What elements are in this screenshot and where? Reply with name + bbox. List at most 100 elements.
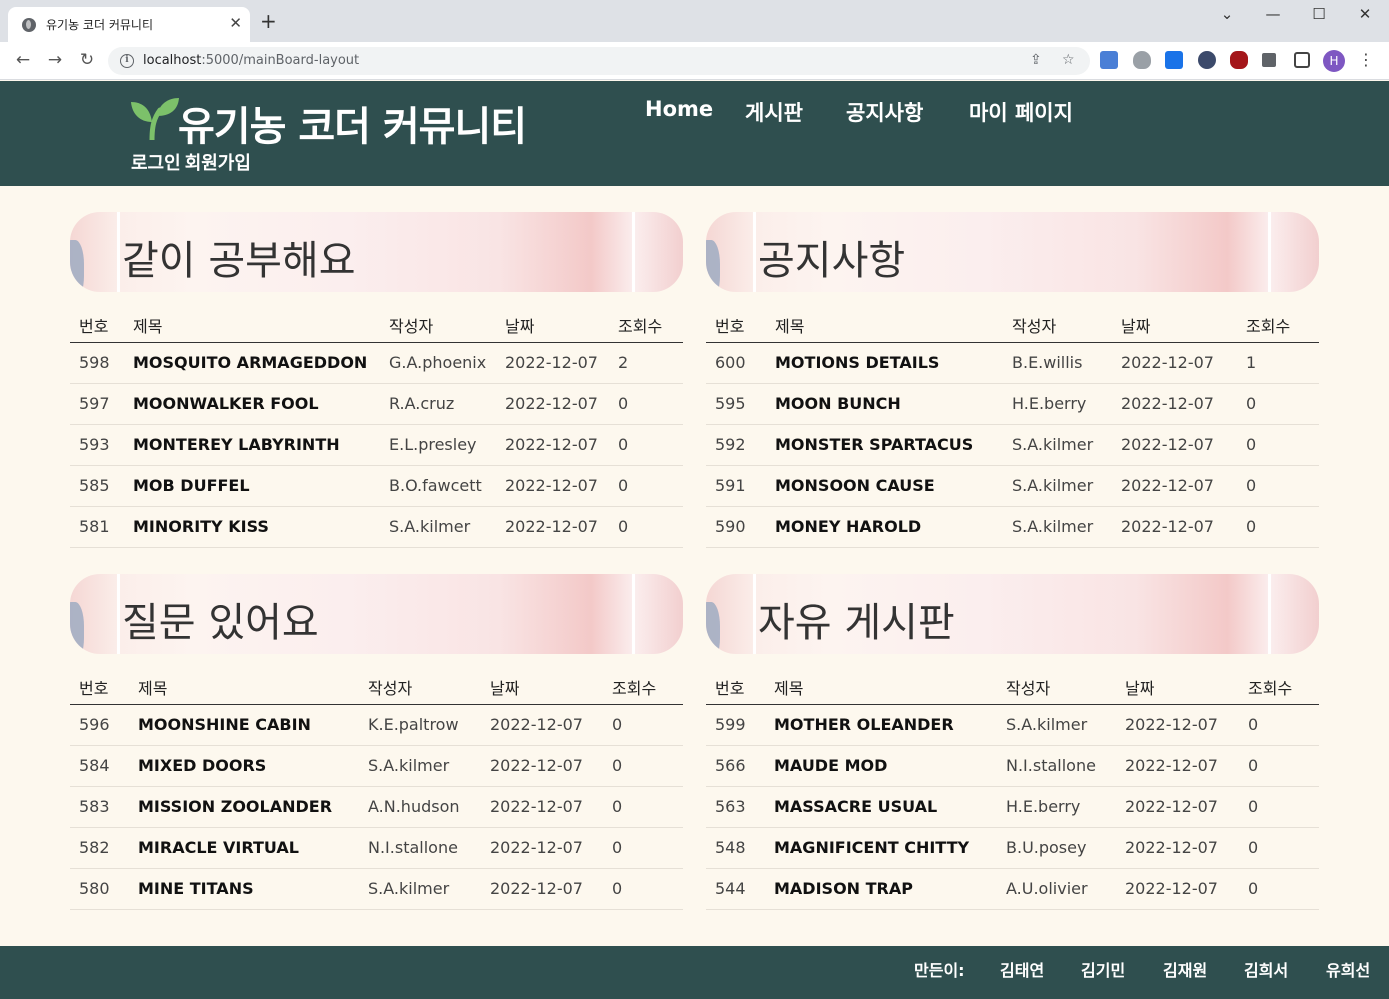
post-date: 2022-12-07	[481, 827, 603, 869]
post-title[interactable]: MADISON TRAP	[765, 868, 997, 910]
cursor-extension-icon[interactable]	[1198, 51, 1216, 69]
nav-notice[interactable]: 공지사항	[846, 97, 923, 127]
post-number: 597	[70, 383, 124, 425]
table-row[interactable]: 563 MASSACRE USUAL H.E.berry 2022-12-07 0	[706, 786, 1319, 828]
logo-text: 유기농 코더 커뮤니티	[178, 104, 527, 150]
post-views: 1	[1237, 342, 1319, 384]
table-row[interactable]: 583 MISSION ZOOLANDER A.N.hudson 2022-12-07…	[70, 786, 683, 828]
board-title[interactable]: 같이 공부해요	[122, 228, 356, 286]
post-title[interactable]: MAUDE MOD	[765, 745, 997, 787]
post-number: 591	[706, 465, 766, 507]
board-title[interactable]: 공지사항	[758, 228, 905, 286]
table-row[interactable]: 590 MONEY HAROLD S.A.kilmer 2022-12-07 0	[706, 506, 1319, 548]
post-title[interactable]: MONTEREY LABYRINTH	[124, 424, 380, 466]
table-row[interactable]: 566 MAUDE MOD N.I.stallone 2022-12-07 0	[706, 745, 1319, 787]
minimize-icon[interactable]: —	[1250, 5, 1296, 23]
post-title[interactable]: MOSQUITO ARMAGEDDON	[124, 342, 380, 384]
post-title[interactable]: MOONWALKER FOOL	[124, 383, 380, 425]
post-title[interactable]: MOTHER OLEANDER	[765, 704, 997, 746]
post-author: B.O.fawcett	[380, 465, 496, 507]
table-row[interactable]: 598 MOSQUITO ARMAGEDDON G.A.phoenix 2022-12…	[70, 342, 683, 384]
board-table: 번호 제목 작성자 날짜 조회수 600 MOTIONS DETAILS B.E.willis…	[706, 308, 1319, 548]
banner-divider	[632, 212, 635, 292]
table-row[interactable]: 581 MINORITY KISS S.A.kilmer 2022-12-07 0	[70, 506, 683, 548]
post-title[interactable]: MOTIONS DETAILS	[766, 342, 1003, 384]
post-number: 583	[70, 786, 129, 828]
post-number: 595	[706, 383, 766, 425]
puzzle-icon[interactable]	[1262, 53, 1276, 67]
nav-home[interactable]: Home	[645, 97, 713, 121]
post-number: 592	[706, 424, 766, 466]
board-title[interactable]: 질문 있어요	[122, 590, 319, 648]
table-row[interactable]: 599 MOTHER OLEANDER S.A.kilmer 2022-12-07 0	[706, 704, 1319, 746]
board-title[interactable]: 자유 게시판	[758, 590, 955, 648]
banner-decoration	[70, 602, 84, 654]
share-icon[interactable]: ⇪	[1030, 52, 1042, 68]
bookmark-star-icon[interactable]: ☆	[1062, 52, 1075, 68]
table-row[interactable]: 592 MONSTER SPARTACUS S.A.kilmer 2022-12-07…	[706, 424, 1319, 466]
nav-board[interactable]: 게시판	[745, 97, 803, 127]
table-row[interactable]: 584 MIXED DOORS S.A.kilmer 2022-12-07 0	[70, 745, 683, 787]
side-panel-icon[interactable]	[1294, 52, 1310, 68]
post-title[interactable]: MONSTER SPARTACUS	[766, 424, 1003, 466]
post-number: 599	[706, 704, 765, 746]
table-row[interactable]: 596 MOONSHINE CABIN K.E.paltrow 2022-12-07 0	[70, 704, 683, 746]
post-title[interactable]: MINE TITANS	[129, 868, 359, 910]
info-icon[interactable]: i	[120, 54, 134, 68]
table-row[interactable]: 585 MOB DUFFEL B.O.fawcett 2022-12-07 0	[70, 465, 683, 507]
table-row[interactable]: 597 MOONWALKER FOOL R.A.cruz 2022-12-07 0	[70, 383, 683, 425]
close-window-icon[interactable]: ✕	[1342, 5, 1388, 23]
table-row[interactable]: 600 MOTIONS DETAILS B.E.willis 2022-12-07 1	[706, 342, 1319, 384]
reload-icon[interactable]: ↻	[76, 50, 98, 70]
post-author: E.L.presley	[380, 424, 496, 466]
post-title[interactable]: MONSOON CAUSE	[766, 465, 1003, 507]
table-row[interactable]: 582 MIRACLE VIRTUAL N.I.stallone 2022-12-07…	[70, 827, 683, 869]
post-number: 548	[706, 827, 765, 869]
post-title[interactable]: MONEY HAROLD	[766, 506, 1003, 548]
address-bar[interactable]: i localhost:5000/mainBoard-layout ⇪ ☆	[108, 47, 1090, 75]
signup-link[interactable]: 회원가입	[185, 153, 251, 174]
col-author-header: 작성자	[359, 670, 481, 705]
post-views: 0	[609, 506, 683, 548]
post-views: 0	[609, 424, 683, 466]
post-views: 0	[1237, 506, 1319, 548]
maximize-icon[interactable]: ☐	[1296, 5, 1342, 23]
table-row[interactable]: 580 MINE TITANS S.A.kilmer 2022-12-07 0	[70, 868, 683, 910]
ublock-extension-icon[interactable]	[1230, 51, 1248, 69]
nav-mypage[interactable]: 마이 페이지	[969, 97, 1073, 127]
col-number-header: 번호	[706, 670, 765, 705]
url-text[interactable]: localhost:5000/mainBoard-layout	[143, 53, 359, 68]
post-title[interactable]: MAGNIFICENT CHITTY	[765, 827, 997, 869]
post-title[interactable]: MOONSHINE CABIN	[129, 704, 359, 746]
post-title[interactable]: MOB DUFFEL	[124, 465, 380, 507]
post-title[interactable]: MOON BUNCH	[766, 383, 1003, 425]
banner-divider	[632, 574, 635, 654]
login-link[interactable]: 로그인	[131, 153, 181, 174]
post-title[interactable]: MISSION ZOOLANDER	[129, 786, 359, 828]
new-tab-icon[interactable]: +	[260, 11, 277, 31]
table-row[interactable]: 593 MONTEREY LABYRINTH E.L.presley 2022-12-…	[70, 424, 683, 466]
profile-avatar[interactable]: H	[1323, 50, 1345, 72]
post-date: 2022-12-07	[496, 342, 609, 384]
post-number: 581	[70, 506, 124, 548]
table-row[interactable]: 591 MONSOON CAUSE S.A.kilmer 2022-12-07 0	[706, 465, 1319, 507]
table-row[interactable]: 544 MADISON TRAP A.U.olivier 2022-12-07 0	[706, 868, 1319, 910]
forward-icon[interactable]: →	[44, 50, 66, 70]
site-header: 유기농 코더 커뮤니티 로그인 회원가입 Home 게시판 공지사항 마이 페이지	[0, 81, 1389, 186]
table-row[interactable]: 595 MOON BUNCH H.E.berry 2022-12-07 0	[706, 383, 1319, 425]
back-icon[interactable]: ←	[12, 50, 34, 70]
post-title[interactable]: MASSACRE USUAL	[765, 786, 997, 828]
shield-extension-icon[interactable]	[1133, 51, 1151, 69]
menu-dots-icon[interactable]: ⋮	[1358, 51, 1374, 69]
post-number: 598	[70, 342, 124, 384]
browser-tab[interactable]: 유기농 코더 커뮤니티 ✕	[8, 7, 250, 42]
post-date: 2022-12-07	[496, 383, 609, 425]
a-extension-icon[interactable]	[1165, 51, 1183, 69]
post-title[interactable]: MINORITY KISS	[124, 506, 380, 548]
post-title[interactable]: MIRACLE VIRTUAL	[129, 827, 359, 869]
post-title[interactable]: MIXED DOORS	[129, 745, 359, 787]
tab-search-icon[interactable]: ⌄	[1204, 5, 1250, 23]
table-row[interactable]: 548 MAGNIFICENT CHITTY B.U.posey 2022-12-07…	[706, 827, 1319, 869]
close-tab-icon[interactable]: ✕	[229, 13, 242, 33]
translate-extension-icon[interactable]	[1100, 51, 1118, 69]
